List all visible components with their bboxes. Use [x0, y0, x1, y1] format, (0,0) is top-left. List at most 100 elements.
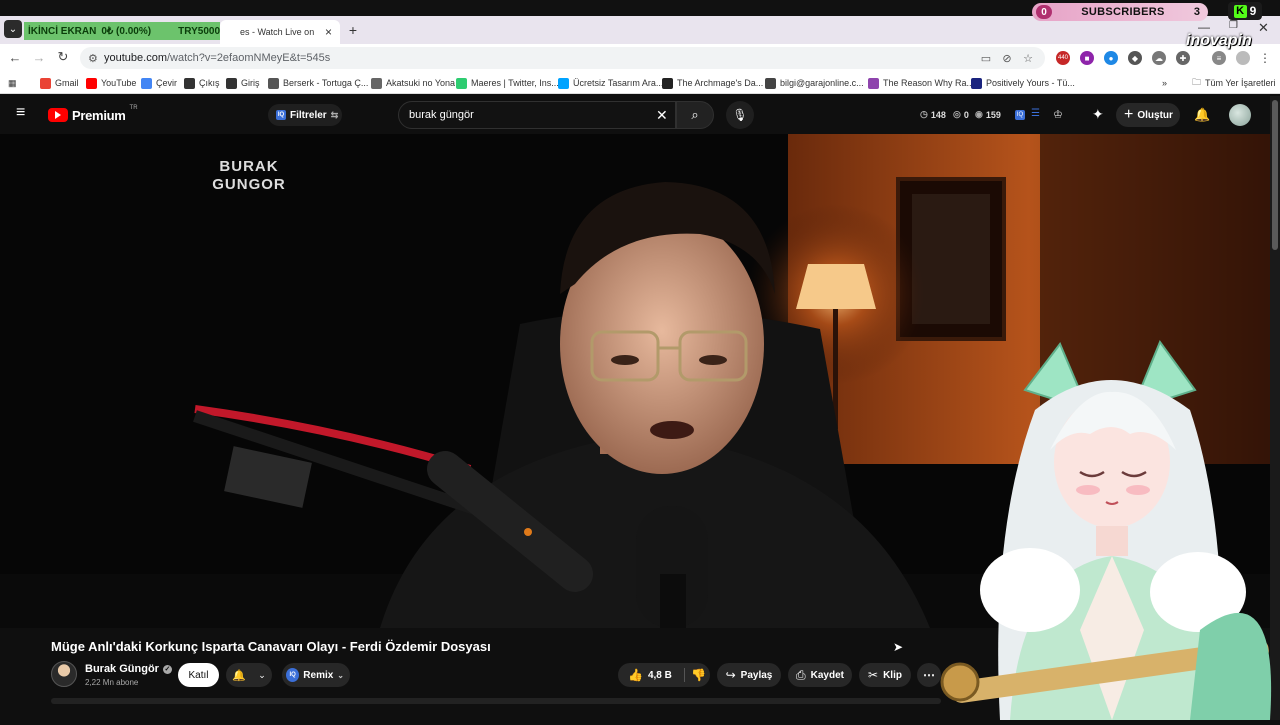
bookmark-item[interactable]: Ücretsiz Tasarım Ara... [558, 76, 663, 90]
bookmark-item[interactable]: Giriş [226, 76, 260, 90]
bookmark-item[interactable]: Akatsuki no Yona [371, 76, 455, 90]
search-value: burak güngör [409, 109, 474, 121]
bookmark-favicon-icon [662, 77, 673, 89]
bookmark-item[interactable]: Maeres | Twitter, Ins... [456, 76, 559, 90]
save-button[interactable]: ⎙ Kaydet [788, 663, 852, 687]
iq-icon: IQ [286, 668, 300, 682]
like-dislike-group: 👍 4,8 B 👎 [618, 663, 710, 687]
dislike-icon[interactable]: 👎 [691, 668, 706, 682]
bookmark-favicon-icon [268, 77, 279, 89]
search-button[interactable]: ⌕ [676, 101, 714, 129]
bookmark-icon: ⎙ [796, 667, 806, 682]
share-button[interactable]: ↪ Paylaş [717, 663, 781, 687]
folder-icon: 🗀 [1192, 77, 1202, 87]
bookmark-item[interactable]: YouTube [86, 76, 136, 90]
extensions-puzzle-icon[interactable]: ✚ [1176, 51, 1190, 65]
like-count[interactable]: 4,8 B [648, 670, 672, 681]
create-label: Oluştur [1137, 109, 1173, 121]
join-button[interactable]: Katıl [178, 663, 219, 687]
bookmark-label: Çevir [156, 78, 178, 88]
url-input[interactable]: ⚙ youtube.com/watch?v=2efaomNMeyE&t=545s [80, 47, 1045, 69]
bookmark-favicon-icon [971, 77, 982, 89]
plus-icon: + [1124, 106, 1134, 123]
like-icon[interactable]: 👍 [628, 668, 643, 682]
account-avatar[interactable] [1229, 104, 1251, 126]
eye-off-icon[interactable]: ⊘ [999, 50, 1015, 66]
bookmark-label: Berserk - Tortuga Ç... [283, 78, 369, 88]
clear-search-icon[interactable]: ✕ [656, 107, 668, 124]
iq-extension-icon[interactable]: IQ [1015, 110, 1025, 120]
bookmark-favicon-icon [40, 77, 51, 89]
channel-name[interactable]: Burak Güngör ✓ [85, 663, 172, 675]
tab-close-icon[interactable]: × [325, 25, 332, 39]
bookmark-item[interactable]: Berserk - Tortuga Ç... [268, 76, 368, 90]
subscribers-widget: 0 SUBSCRIBERS 3 [1032, 3, 1208, 21]
bookmark-item[interactable]: The Reason Why Ra... [868, 76, 974, 90]
reload-icon[interactable]: ↻ [54, 48, 72, 66]
voice-search-button[interactable]: 🎙 [726, 101, 754, 129]
banner-title: İKİNCİ EKRAN [28, 25, 97, 37]
channel-avatar[interactable] [51, 661, 77, 687]
bookmark-star-icon[interactable]: ☆ [1020, 50, 1036, 66]
new-tab-button[interactable]: + [346, 21, 360, 39]
site-info-icon[interactable]: ⚙ [88, 52, 104, 65]
playlist-icon[interactable]: ≡ [1212, 51, 1226, 65]
filters-button[interactable]: IQ Filtreler ⇆ [268, 104, 342, 126]
list-extension-icon[interactable]: ☰ [1031, 108, 1040, 119]
browser-tab[interactable]: es - Watch Live on × [220, 20, 340, 44]
bookmark-item[interactable]: Positively Yours - Tü... [971, 76, 1075, 90]
all-bookmarks-folder[interactable]: 🗀 Tüm Yer İşaretleri [1192, 76, 1276, 90]
sparkle-icon[interactable]: ✦ [1092, 106, 1104, 123]
channel-watermark: BURAK GUNGOR [212, 158, 286, 193]
cast-icon[interactable]: ▭ [978, 50, 994, 66]
bookmark-label: Gmail [55, 78, 79, 88]
stat-clock: ◷ 148 [920, 109, 946, 120]
browser-menu-icon[interactable]: ⋮ [1258, 51, 1272, 65]
logo-region: TR [129, 105, 138, 111]
create-button[interactable]: + Oluştur [1116, 103, 1180, 127]
extension-icon[interactable]: ● [1104, 51, 1118, 65]
url-path: /watch?v=2efaomNMeyE&t=545s [166, 52, 331, 64]
bookmark-item[interactable]: Çevir [141, 76, 177, 90]
bookmark-favicon-icon [184, 77, 195, 89]
youtube-premium-logo[interactable]: Premium TR [48, 105, 138, 123]
clock-icon: ◷ [920, 109, 928, 119]
bookmark-item[interactable]: Gmail [40, 76, 79, 90]
hamburger-menu-icon[interactable]: ≡ [16, 105, 32, 122]
bookmarks-overflow-icon[interactable]: » [1162, 76, 1167, 90]
svg-text:BURAK: BURAK [219, 158, 278, 175]
bookmark-label: Akatsuki no Yona [386, 78, 456, 88]
extension-icon[interactable]: ☁ [1152, 51, 1166, 65]
remix-label: Remix [303, 669, 334, 681]
remix-button[interactable]: IQ Remix ⌄ [282, 663, 350, 687]
subscription-bell-dropdown[interactable]: 🔔 ⌄ [226, 663, 272, 687]
clip-button[interactable]: ✂ Klip [859, 663, 911, 687]
target-icon: ◎ [953, 109, 961, 119]
bookmark-item[interactable]: Çıkış [184, 76, 220, 90]
vtuber-figure [940, 339, 1272, 720]
svg-text:GUNGOR: GUNGOR [212, 176, 286, 193]
profile-icon[interactable] [1236, 51, 1250, 65]
extension-icon[interactable]: ◆ [1128, 51, 1142, 65]
video-title: Müge Anlı'daki Korkunç Isparta Canavarı … [51, 639, 491, 654]
forward-icon[interactable]: → [30, 48, 48, 66]
inovapin-logo: inovapin [1186, 32, 1252, 49]
bookmark-item[interactable]: The Archmage's Da... [662, 76, 763, 90]
more-actions-icon[interactable]: ⋯ [917, 663, 941, 687]
stat-target: ◎ 0 [953, 109, 969, 120]
eye-icon: ◉ [975, 109, 983, 119]
scrollbar-thumb[interactable] [1272, 100, 1278, 250]
bookmark-label: YouTube [101, 78, 137, 88]
back-icon[interactable]: ← [6, 48, 24, 66]
award-icon[interactable]: ♔ [1053, 108, 1063, 121]
search-input[interactable]: burak güngör [398, 101, 676, 129]
notifications-bell-icon[interactable]: 🔔 [1194, 107, 1210, 123]
maximize-icon[interactable]: ❐ [1229, 20, 1238, 31]
extension-badge-icon[interactable]: 440 [1056, 51, 1070, 65]
tab-search-button[interactable]: ⌄ [4, 20, 22, 38]
extension-icon[interactable]: ■ [1080, 51, 1094, 65]
bookmark-label: Giriş [241, 78, 260, 88]
apps-icon[interactable]: ▦ [8, 76, 17, 90]
bookmark-item[interactable]: bilgi@garajonline.c... [765, 76, 864, 90]
window-close-icon[interactable]: ✕ [1258, 20, 1269, 36]
